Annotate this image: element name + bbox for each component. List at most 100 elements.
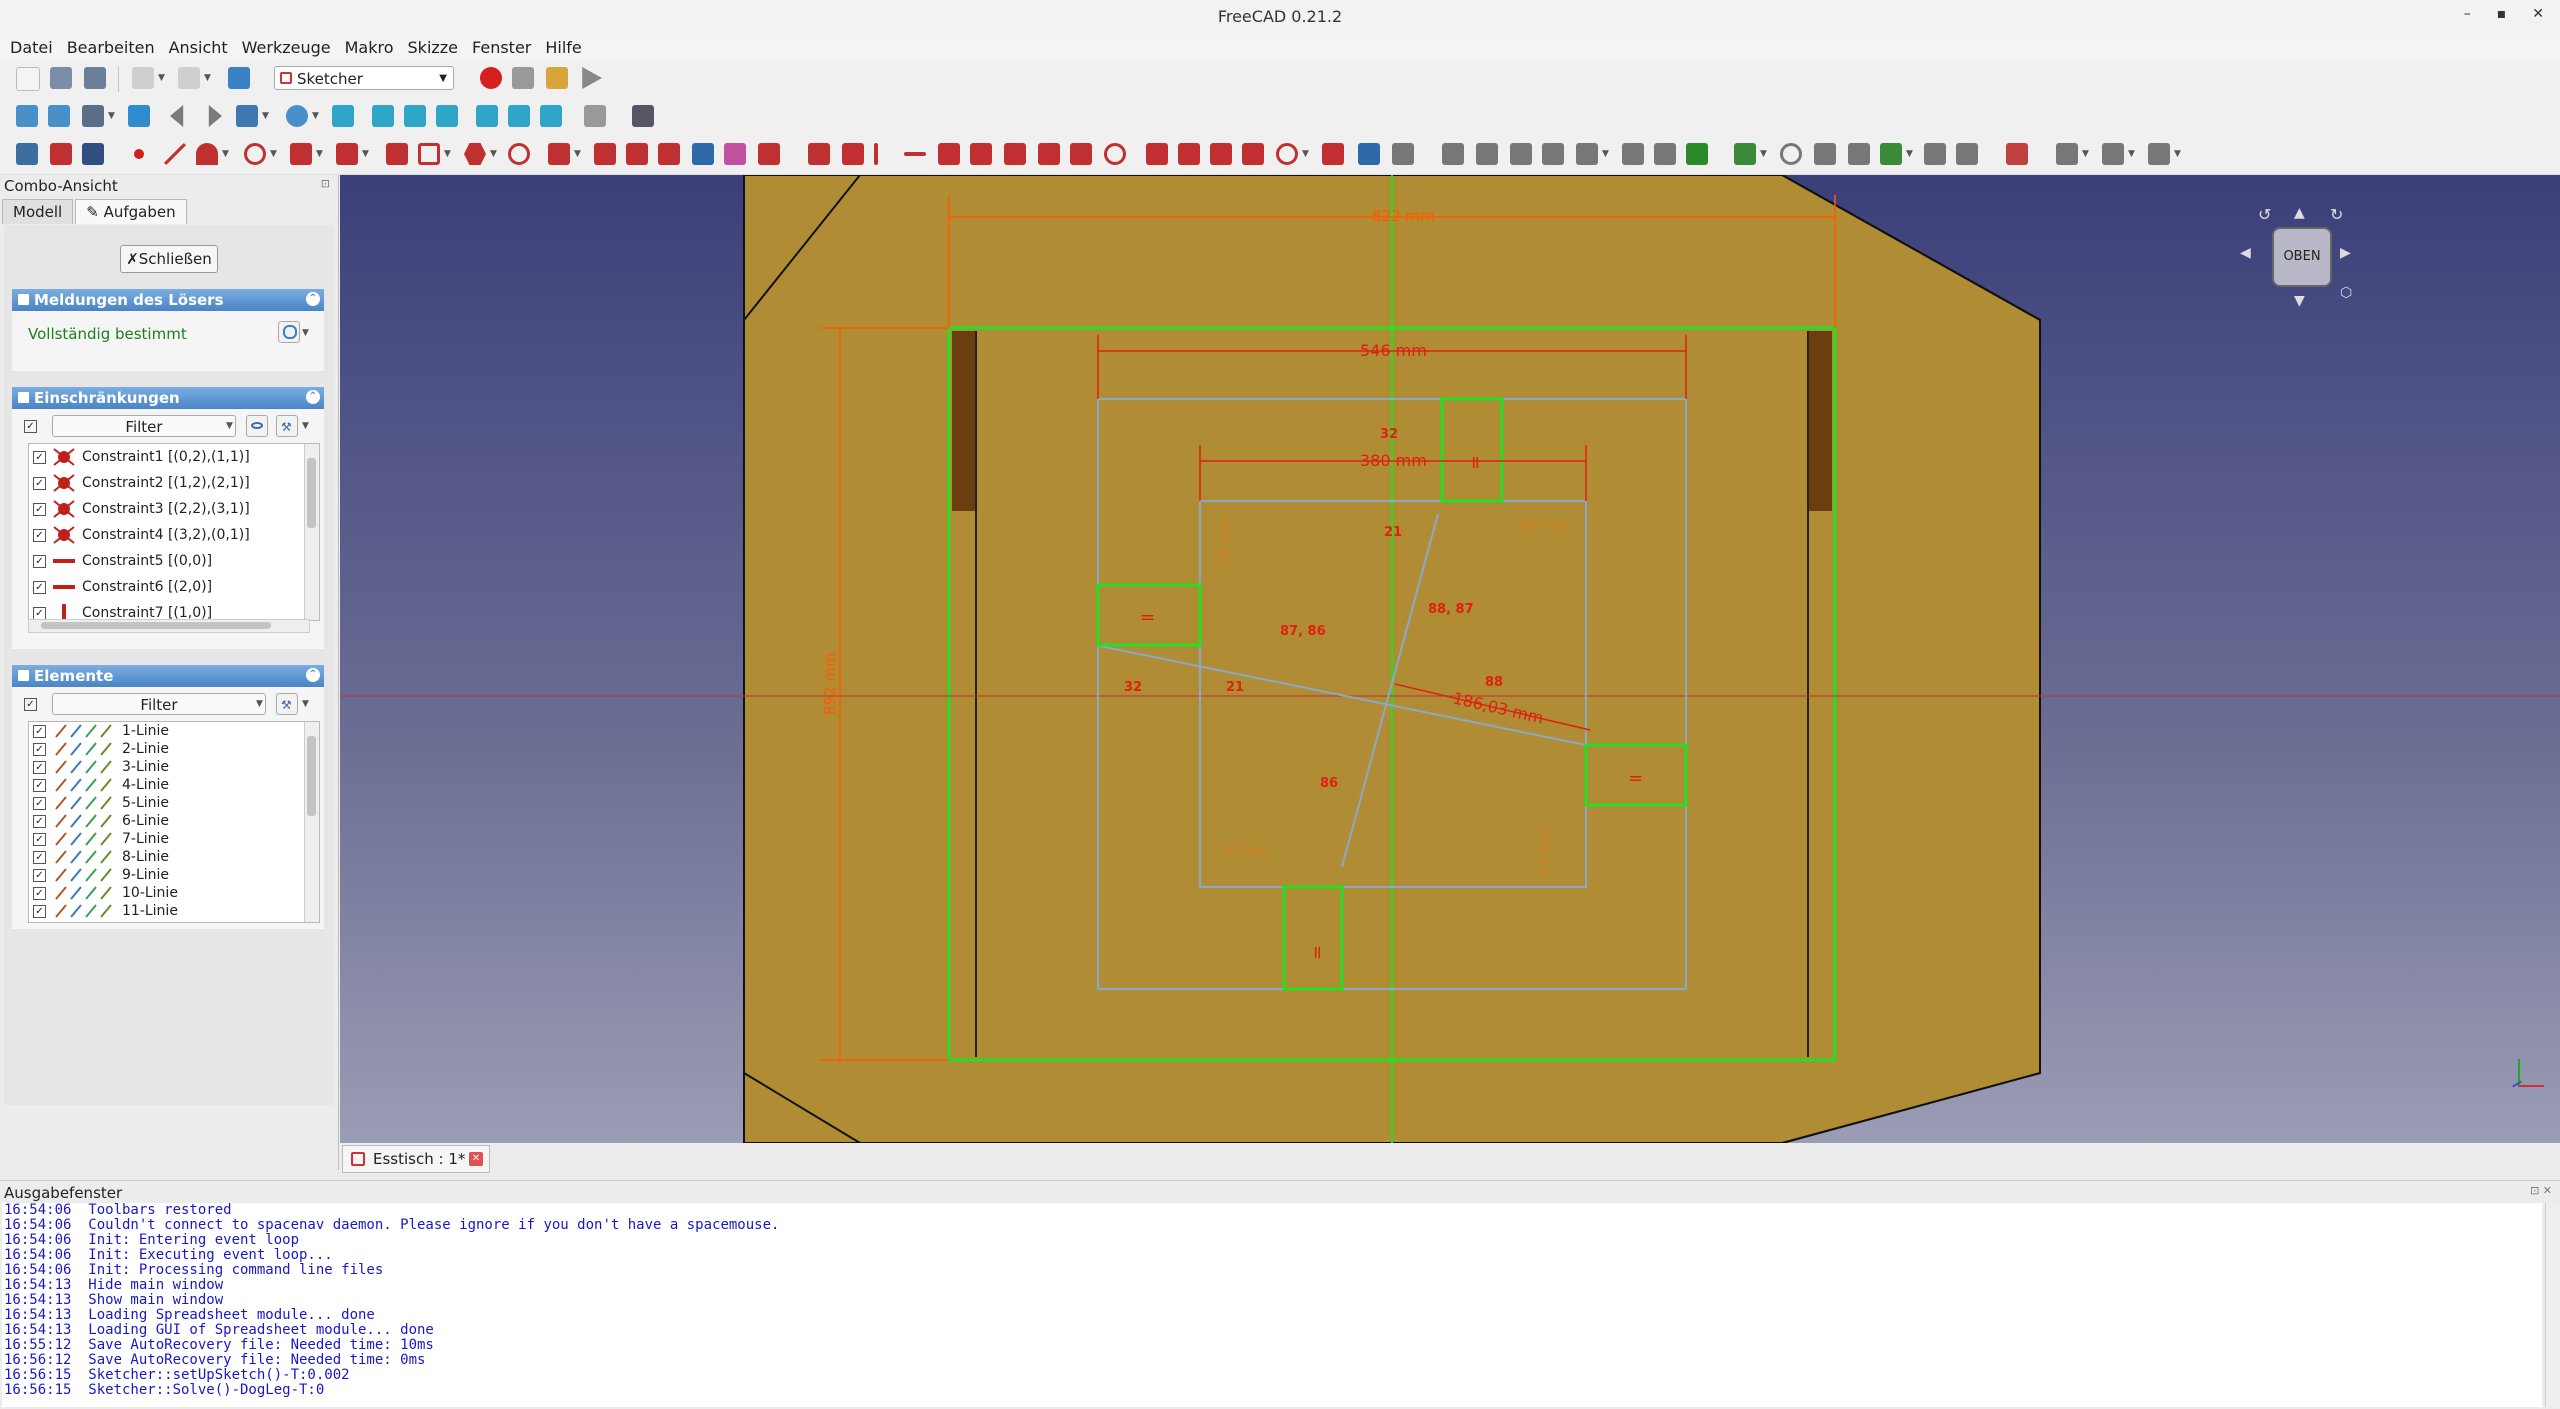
select-origin-icon[interactable] [1442, 143, 1464, 165]
equal-mark-top[interactable]: = [1465, 455, 1486, 470]
elements-settings-dropdown-icon[interactable]: ▼ [302, 694, 310, 714]
bspline-curvature-icon[interactable] [1780, 143, 1802, 165]
constraint-row[interactable]: ✓ Constraint4 [(3,2),(0,1)] [29, 522, 319, 548]
back-icon[interactable] [170, 105, 184, 127]
rotate-cw-icon[interactable]: ↻ [2330, 205, 2343, 224]
snap-icon[interactable] [2102, 143, 2124, 165]
row-checkbox[interactable]: ✓ [33, 742, 46, 756]
constraint-row[interactable]: ✓ Constraint1 [(0,2),(1,1)] [29, 444, 319, 470]
draw-style-dropdown-icon[interactable]: ▼ [108, 106, 116, 126]
zoom-dropdown-icon[interactable]: ▼ [312, 106, 320, 126]
angle-label-2[interactable]: 88, 87 [1428, 602, 1474, 617]
close-tab-icon[interactable]: ✕ [469, 1152, 483, 1166]
dim-left-label[interactable]: 892 mm [821, 652, 839, 715]
vertical-constraint-icon[interactable] [874, 143, 878, 165]
workbench-selector[interactable]: Sketcher ▼ [274, 66, 454, 90]
menu-werkzeuge[interactable]: Werkzeuge [242, 38, 331, 57]
minimize-button[interactable]: – [2464, 6, 2471, 22]
fillet-icon[interactable] [548, 143, 570, 165]
toggle-driving-icon[interactable] [1358, 143, 1380, 165]
save-file-icon[interactable] [84, 67, 106, 89]
elements-select-all-checkbox[interactable]: ✓ [24, 698, 37, 711]
row-checkbox[interactable]: ✓ [33, 724, 46, 738]
output-scrollbar[interactable] [2545, 1203, 2560, 1407]
view-top-icon[interactable] [404, 105, 426, 127]
point-on-object-icon[interactable] [842, 143, 864, 165]
forward-icon[interactable] [208, 105, 222, 127]
tangent-constraint-icon[interactable] [1004, 143, 1026, 165]
constraint-row[interactable]: ✓ Constraint5 [(0,0)] [29, 548, 319, 574]
constraints-hscrollbar[interactable] [28, 619, 310, 633]
menu-bearbeiten[interactable]: Bearbeiten [67, 38, 155, 57]
sketch-overlay[interactable]: 822 mm 892 mm 546 mm 380 mm 186,03 mm 54… [340, 175, 2560, 1143]
circle-dropdown-icon[interactable]: ▼ [270, 144, 278, 164]
equal-mark-right[interactable]: = [1628, 768, 1643, 789]
fillet-dropdown-icon[interactable]: ▼ [574, 144, 582, 164]
equal-mark-left[interactable]: = [1140, 607, 1155, 628]
polygon-icon[interactable] [464, 143, 486, 165]
fit-selection-icon[interactable] [48, 105, 70, 127]
view-rear-icon[interactable] [476, 105, 498, 127]
element-row[interactable]: ✓ 7-Linie [29, 830, 319, 848]
dim-top-label[interactable]: 822 mm [1372, 207, 1435, 225]
row-checkbox[interactable]: ✓ [33, 760, 46, 774]
rendering-order-dropdown-icon[interactable]: ▼ [2174, 144, 2182, 164]
distance-constraint-icon[interactable] [1242, 143, 1264, 165]
element-row[interactable]: ✓ 4-Linie [29, 776, 319, 794]
copy-dropdown-icon[interactable]: ▼ [1602, 144, 1610, 164]
fit-all-icon[interactable] [16, 105, 38, 127]
conic-dropdown-icon[interactable]: ▼ [316, 144, 324, 164]
undo-icon[interactable] [132, 67, 154, 89]
zoom-icon[interactable] [286, 105, 308, 127]
toggle-active-icon[interactable] [1392, 143, 1414, 165]
equal-constraint-icon[interactable] [1038, 143, 1060, 165]
menu-datei[interactable]: Datei [10, 38, 53, 57]
constraints-filter-dropdown-icon[interactable]: ▼ [226, 416, 234, 436]
collapse-icon[interactable]: ⌃ [306, 390, 320, 404]
row-checkbox[interactable]: ✓ [33, 814, 46, 828]
trim-icon[interactable] [594, 143, 616, 165]
output-log[interactable]: 16:54:06 Toolbars restored 16:54:06 Could… [2, 1203, 2542, 1407]
constraint-row[interactable]: ✓ Constraint7 [(1,0)] [29, 600, 319, 620]
arc-icon[interactable] [196, 143, 218, 165]
bounding-box-icon[interactable] [128, 105, 150, 127]
nav-left-arrow-icon[interactable]: ◀ [2240, 245, 2251, 261]
dim-sq-c-label[interactable]: 54 mm [1218, 515, 1234, 565]
nav-menu-icon[interactable]: ⬡ [2340, 285, 2352, 301]
bspline-convert-icon[interactable] [1956, 143, 1978, 165]
constraint-row[interactable]: ✓ Constraint2 [(1,2),(2,1)] [29, 470, 319, 496]
solver-messages-header[interactable]: Meldungen des Lösers ⌃ [12, 289, 324, 311]
element-row[interactable]: ✓ 2-Linie [29, 740, 319, 758]
std-views-icon[interactable] [236, 105, 258, 127]
external-geometry-icon[interactable] [692, 143, 714, 165]
block-constraint-icon[interactable] [1104, 143, 1126, 165]
row-checkbox[interactable]: ✓ [33, 528, 46, 542]
dim-sq-d-label[interactable]: 54 mm [1538, 825, 1554, 875]
angle-label-8[interactable]: 21 [1226, 680, 1244, 695]
menu-fenster[interactable]: Fenster [472, 38, 531, 57]
open-file-icon[interactable] [50, 67, 72, 89]
virtual-space-icon[interactable] [2006, 143, 2028, 165]
polygon-dropdown-icon[interactable]: ▼ [490, 144, 498, 164]
split-icon[interactable] [658, 143, 680, 165]
menu-hilfe[interactable]: Hilfe [545, 38, 581, 57]
solver-dropdown-icon[interactable]: ▼ [302, 323, 310, 343]
vertical-distance-icon[interactable] [1210, 143, 1232, 165]
angle-label-1[interactable]: 87, 86 [1280, 624, 1326, 639]
rectangle-icon[interactable] [418, 143, 440, 165]
navigation-cube[interactable]: OBEN [2272, 227, 2332, 287]
maximize-button[interactable]: ▪ [2497, 6, 2507, 22]
element-row[interactable]: ✓ 5-Linie [29, 794, 319, 812]
menu-makro[interactable]: Makro [345, 38, 394, 57]
macro-record-icon[interactable] [480, 67, 502, 89]
point-icon[interactable] [134, 149, 144, 159]
symmetric-constraint-icon[interactable] [1070, 143, 1092, 165]
conic-icon[interactable] [290, 143, 312, 165]
angle-label-5[interactable]: 32 [1380, 427, 1398, 442]
constraints-scrollbar[interactable] [304, 444, 319, 620]
element-row[interactable]: ✓ 10-Linie [29, 884, 319, 902]
menu-ansicht[interactable]: Ansicht [169, 38, 228, 57]
dim-sq-a-label[interactable]: 54 mm [1520, 518, 1570, 534]
3d-viewport[interactable]: 822 mm 892 mm 546 mm 380 mm 186,03 mm 54… [340, 175, 2560, 1143]
view-left-icon[interactable] [540, 105, 562, 127]
